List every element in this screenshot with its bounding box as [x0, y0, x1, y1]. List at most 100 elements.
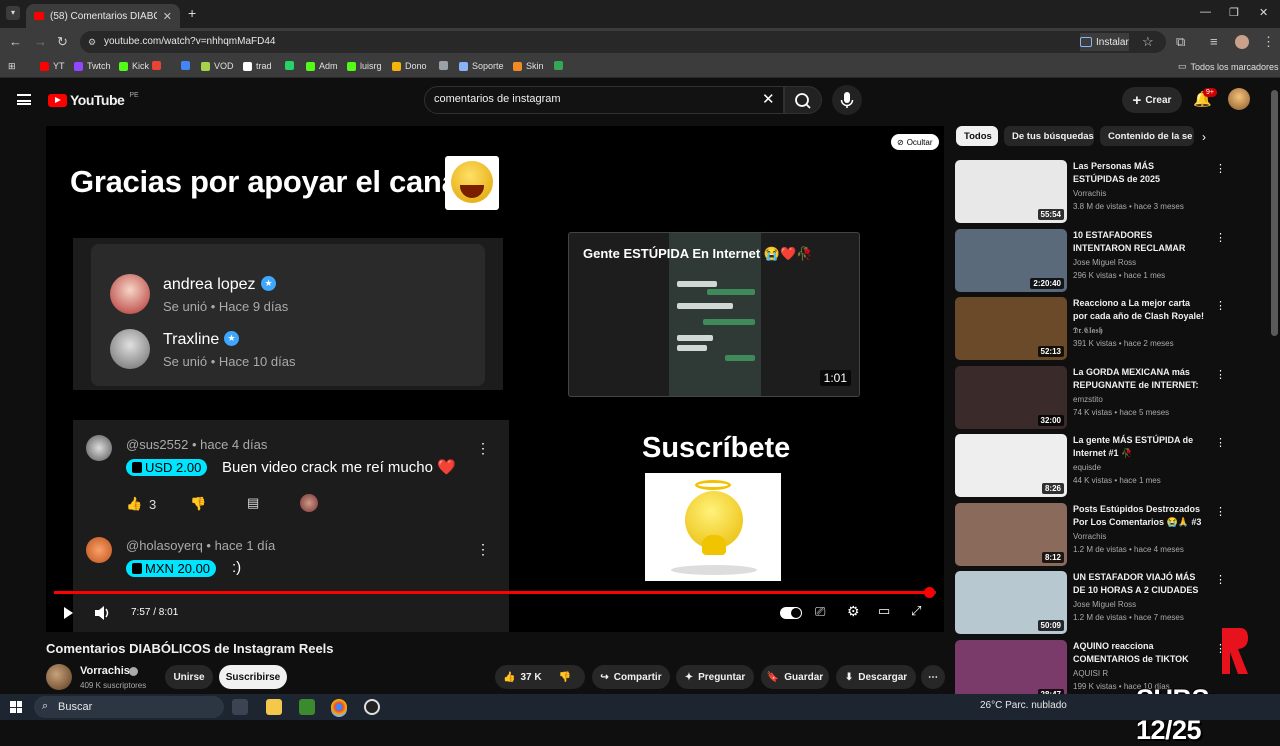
bookmark-item[interactable]: [439, 61, 448, 70]
browser-tab-active[interactable]: (58) Comentarios DIABÓLICOS ✕: [26, 4, 180, 28]
recommended-channel[interactable]: Vorrachis: [1073, 532, 1106, 541]
bookmark-item[interactable]: [285, 61, 294, 70]
minecraft-icon[interactable]: [299, 699, 315, 715]
recommended-channel[interactable]: Jose Miguel Ross: [1073, 600, 1136, 609]
apps-icon[interactable]: ⊞: [8, 61, 16, 72]
windows-start-icon[interactable]: [10, 701, 22, 713]
recommended-video[interactable]: 2:20:40 10 ESTAFADORES INTENTARON RECLAMA…: [955, 228, 1226, 293]
fullscreen-icon[interactable]: ⤢: [911, 603, 921, 619]
settings-gear-icon[interactable]: ⚙: [847, 603, 860, 620]
recommended-video[interactable]: 8:26 La gente MÁS ESTÚPIDA de Internet #1…: [955, 434, 1226, 498]
save-button[interactable]: 🔖 Guardar: [761, 665, 829, 689]
chevron-right-icon[interactable]: ›: [1202, 130, 1206, 144]
recommended-title[interactable]: 10 ESTAFADORES INTENTARON RECLAMAR ESTAS…: [1073, 229, 1207, 255]
bookmark-item[interactable]: luisrg: [347, 61, 382, 71]
subscribe-endcard[interactable]: [645, 473, 781, 581]
bookmark-item[interactable]: VOD: [201, 61, 234, 71]
bookmark-item[interactable]: Twtch: [74, 61, 111, 71]
recommended-channel[interactable]: 𝕯𝖗.𝕮𝖑𝖆𝖘𝖍: [1073, 326, 1103, 336]
recommended-channel[interactable]: AQUISI R: [1073, 669, 1108, 678]
dislike-icon[interactable]: 👎: [559, 672, 571, 683]
all-bookmarks-button[interactable]: ▭ Todos los marcadores: [1178, 61, 1279, 72]
endcard-video[interactable]: Gente ESTÚPIDA En Internet 😭❤️🥀 1:01: [568, 232, 860, 397]
bookmark-item[interactable]: [181, 61, 190, 70]
recommended-more-icon[interactable]: ⋮: [1215, 368, 1226, 381]
media-icon[interactable]: ≡: [1210, 34, 1218, 49]
forward-icon[interactable]: →: [34, 34, 47, 49]
recommended-channel[interactable]: emzstito: [1073, 395, 1103, 404]
close-window-icon[interactable]: ✕: [1259, 6, 1268, 19]
bookmark-item[interactable]: trad: [243, 61, 272, 71]
taskbar-search[interactable]: Buscar: [34, 696, 224, 718]
recommended-title[interactable]: AQUINO reacciona COMENTARIOS de TIKTOK: [1073, 640, 1207, 666]
recommended-channel[interactable]: equisde: [1073, 463, 1101, 472]
recommended-more-icon[interactable]: ⋮: [1215, 299, 1226, 312]
video-player[interactable]: Gracias por apoyar el canal ⊘ Ocultar an…: [46, 126, 944, 632]
profile-icon[interactable]: [1235, 35, 1249, 49]
recommended-thumbnail[interactable]: 32:00: [955, 365, 1067, 429]
bookmark-item[interactable]: Adm: [306, 61, 338, 71]
site-info-icon[interactable]: ⚙: [88, 37, 96, 48]
chrome-icon[interactable]: [331, 699, 347, 715]
autoplay-toggle[interactable]: [780, 607, 802, 619]
recommended-channel[interactable]: Jose Miguel Ross: [1073, 258, 1136, 267]
guide-menu-icon[interactable]: [17, 94, 31, 105]
channel-name[interactable]: Vorrachis: [80, 665, 130, 677]
hide-endcards-button[interactable]: ⊘ Ocultar: [891, 134, 939, 150]
recommended-title[interactable]: La gente MÁS ESTÚPIDA de Internet #1 🥀: [1073, 434, 1207, 460]
like-icon[interactable]: 👍: [503, 672, 515, 683]
share-button[interactable]: ↪ Compartir: [592, 665, 670, 689]
recommended-thumbnail[interactable]: 8:26: [955, 434, 1067, 497]
recommended-title[interactable]: Las Personas MÁS ESTÚPIDAS de 2025: [1073, 160, 1207, 186]
progress-scrubber[interactable]: [924, 587, 935, 598]
play-icon[interactable]: [61, 606, 75, 620]
recommended-more-icon[interactable]: ⋮: [1215, 231, 1226, 244]
recommended-video[interactable]: 52:13 Reacciono a La mejor carta por cada…: [955, 297, 1226, 361]
recommended-title[interactable]: Reacciono a La mejor carta por cada año …: [1073, 297, 1207, 323]
chip-all[interactable]: Todos: [956, 126, 998, 146]
ask-button[interactable]: ✦ Preguntar: [676, 665, 754, 689]
search-button[interactable]: [784, 86, 822, 114]
bookmark-item[interactable]: [152, 61, 161, 70]
recommended-title[interactable]: UN ESTAFADOR VIAJÓ MÁS DE 10 HORAS A 2 C…: [1073, 571, 1207, 597]
obs-icon[interactable]: [364, 699, 380, 715]
recommended-more-icon[interactable]: ⋮: [1215, 162, 1226, 175]
recommended-title[interactable]: Posts Estúpidos Destrozados Por Los Come…: [1073, 503, 1207, 529]
recommended-title[interactable]: La GORDA MEXICANA más REPUGNANTE de INTE…: [1073, 366, 1207, 392]
recommended-more-icon[interactable]: ⋮: [1215, 573, 1226, 586]
recommended-thumbnail[interactable]: 52:13: [955, 297, 1067, 360]
bookmark-item[interactable]: Soporte: [459, 61, 504, 71]
recommended-thumbnail[interactable]: 50:09: [955, 571, 1067, 634]
theater-mode-icon[interactable]: ▭: [878, 603, 890, 619]
file-explorer-icon[interactable]: [266, 699, 282, 715]
menu-icon[interactable]: ⋮: [1262, 34, 1275, 50]
recommended-video[interactable]: 8:12 Posts Estúpidos Destrozados Por Los …: [955, 502, 1226, 567]
reload-icon[interactable]: ↻: [57, 34, 68, 50]
bookmark-item[interactable]: Skin: [513, 61, 544, 71]
channel-avatar[interactable]: [46, 664, 72, 690]
subtitles-icon[interactable]: ⎚: [815, 604, 825, 620]
restore-icon[interactable]: ❐: [1229, 6, 1239, 19]
download-button[interactable]: ⬇ Descargar: [836, 665, 916, 689]
minimize-icon[interactable]: —: [1200, 6, 1211, 18]
extensions-icon[interactable]: ⧉: [1176, 34, 1185, 50]
clear-search-icon[interactable]: ✕: [762, 90, 775, 108]
bookmark-item[interactable]: Kick: [119, 61, 149, 71]
subscribe-button[interactable]: Suscribirse: [219, 665, 287, 689]
recommended-thumbnail[interactable]: 2:20:40: [955, 228, 1067, 292]
task-view-icon[interactable]: [232, 699, 248, 715]
bookmark-item[interactable]: [554, 61, 563, 70]
bookmark-star-icon[interactable]: ☆: [1142, 34, 1154, 50]
back-icon[interactable]: ←: [9, 34, 22, 49]
chip-from-searches[interactable]: De tus búsquedas: [1004, 126, 1094, 146]
recommended-more-icon[interactable]: ⋮: [1215, 505, 1226, 518]
recommended-channel[interactable]: Vorrachis: [1073, 189, 1106, 198]
more-actions-button[interactable]: ⋯: [921, 665, 945, 689]
voice-search-button[interactable]: [832, 85, 862, 115]
account-avatar[interactable]: [1228, 88, 1250, 110]
recommended-more-icon[interactable]: ⋮: [1215, 436, 1226, 449]
new-tab-icon[interactable]: +: [188, 5, 196, 21]
like-count[interactable]: 37 K: [520, 672, 541, 683]
chip-series-content[interactable]: Contenido de la se: [1100, 126, 1194, 146]
recommended-thumbnail[interactable]: 55:54: [955, 160, 1067, 223]
